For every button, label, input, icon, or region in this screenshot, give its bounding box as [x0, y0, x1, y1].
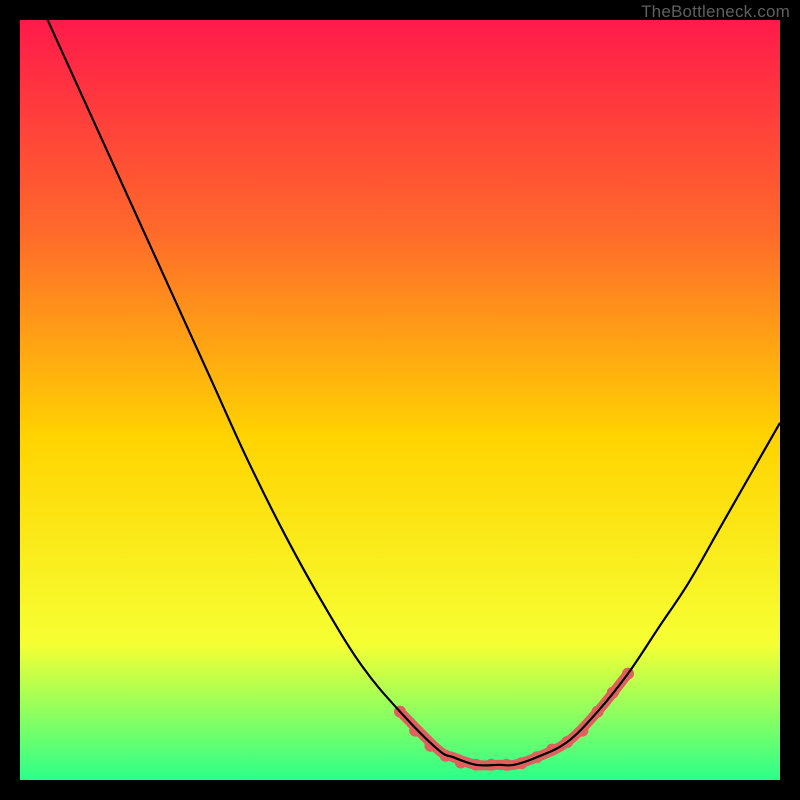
attribution-watermark: TheBottleneck.com	[641, 2, 790, 22]
chart-frame: TheBottleneck.com	[0, 0, 800, 800]
plot-area	[20, 20, 780, 780]
gradient-background	[20, 20, 780, 780]
bottleneck-chart	[20, 20, 780, 780]
